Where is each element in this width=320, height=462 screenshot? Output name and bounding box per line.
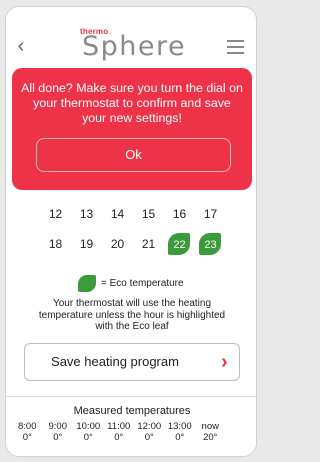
day-label: 13 xyxy=(79,207,94,221)
day-label: 21 xyxy=(141,237,156,251)
measure-temp: 0° xyxy=(53,432,63,443)
menu-bar xyxy=(227,40,244,42)
day-label: 23 xyxy=(204,239,217,251)
measure-temp: 0° xyxy=(114,432,124,443)
divider xyxy=(6,396,256,397)
measured-temperatures-title: Measured temperatures xyxy=(73,405,191,417)
menu-bar xyxy=(227,52,244,54)
day-16[interactable]: 16 xyxy=(164,203,195,225)
day-20[interactable]: 20 xyxy=(102,233,133,255)
measure-time: 13:00 xyxy=(167,421,192,432)
day-grid: 12 13 14 15 16 17 18 19 20 21 22 23 xyxy=(40,203,236,263)
hamburger-menu-icon[interactable] xyxy=(227,40,244,55)
day-label: 20 xyxy=(110,237,125,251)
save-heating-program-button[interactable]: Save heating program › xyxy=(24,343,240,381)
eco-leaf-icon xyxy=(78,275,96,292)
app-frame: ‹ thermo Sphere All done? Make sure you … xyxy=(5,6,257,457)
measure-item: 11:00 0° xyxy=(104,421,135,443)
measure-item: 12:00 0° xyxy=(134,421,165,443)
day-18[interactable]: 18 xyxy=(40,233,71,255)
measure-temp: 0° xyxy=(83,432,93,443)
measure-temp: 0° xyxy=(175,432,185,443)
measure-time: 10:00 xyxy=(76,421,101,432)
day-label: 12 xyxy=(48,207,63,221)
measure-time: 12:00 xyxy=(137,421,162,432)
measure-temp: 20° xyxy=(203,432,218,443)
day-17[interactable]: 17 xyxy=(195,203,226,225)
alert-message: All done? Make sure you turn the dial on… xyxy=(21,81,243,125)
measure-time: 11:00 xyxy=(107,421,131,432)
measure-time: 8:00 xyxy=(18,421,37,432)
day-label: 19 xyxy=(79,237,94,251)
measure-item: 8:00 0° xyxy=(12,421,43,443)
day-15[interactable]: 15 xyxy=(133,203,164,225)
measured-temperatures-list: 8:00 0° 9:00 0° 10:00 0° 11:00 0° 12:00 0° 13… xyxy=(12,421,256,443)
day-row-1: 12 13 14 15 16 17 xyxy=(40,203,236,233)
measure-item: now 20° xyxy=(195,421,226,443)
measure-item: 10:00 0° xyxy=(73,421,104,443)
thermosphere-logo: thermo Sphere xyxy=(80,27,200,62)
day-label: 16 xyxy=(172,207,187,221)
menu-bar xyxy=(227,46,244,48)
day-label: 18 xyxy=(48,237,63,251)
legend-text: = Eco temperature xyxy=(101,278,184,289)
day-label: 15 xyxy=(141,207,156,221)
ok-button[interactable]: Ok xyxy=(36,138,231,172)
day-label: 17 xyxy=(203,207,218,221)
day-row-2: 18 19 20 21 22 23 xyxy=(40,233,236,263)
measure-time: 9:00 xyxy=(48,421,68,432)
eco-legend: = Eco temperature xyxy=(6,275,256,295)
day-14[interactable]: 14 xyxy=(102,203,133,225)
measure-item: 13:00 0° xyxy=(165,421,196,443)
day-19[interactable]: 19 xyxy=(71,233,102,255)
day-23-eco[interactable]: 23 xyxy=(195,233,226,255)
measure-temp: 0° xyxy=(144,432,154,443)
day-label: 14 xyxy=(110,207,125,221)
measure-temp: 0° xyxy=(22,432,32,443)
save-button-label: Save heating program xyxy=(51,354,179,369)
logo-main-text: Sphere xyxy=(82,31,187,62)
day-12[interactable]: 12 xyxy=(40,203,71,225)
day-22-eco[interactable]: 22 xyxy=(164,233,195,255)
confirmation-alert: All done? Make sure you turn the dial on… xyxy=(12,68,252,190)
info-text: Your thermostat will use the heating tem… xyxy=(38,298,226,332)
measure-item: 9:00 0° xyxy=(43,421,74,443)
day-label: 22 xyxy=(173,239,186,251)
chevron-left-icon[interactable]: ‹ xyxy=(12,35,30,57)
measure-time: now xyxy=(201,421,219,432)
day-13[interactable]: 13 xyxy=(71,203,102,225)
chevron-right-icon: › xyxy=(221,351,228,373)
header: ‹ thermo Sphere xyxy=(6,7,256,67)
day-21[interactable]: 21 xyxy=(133,233,164,255)
